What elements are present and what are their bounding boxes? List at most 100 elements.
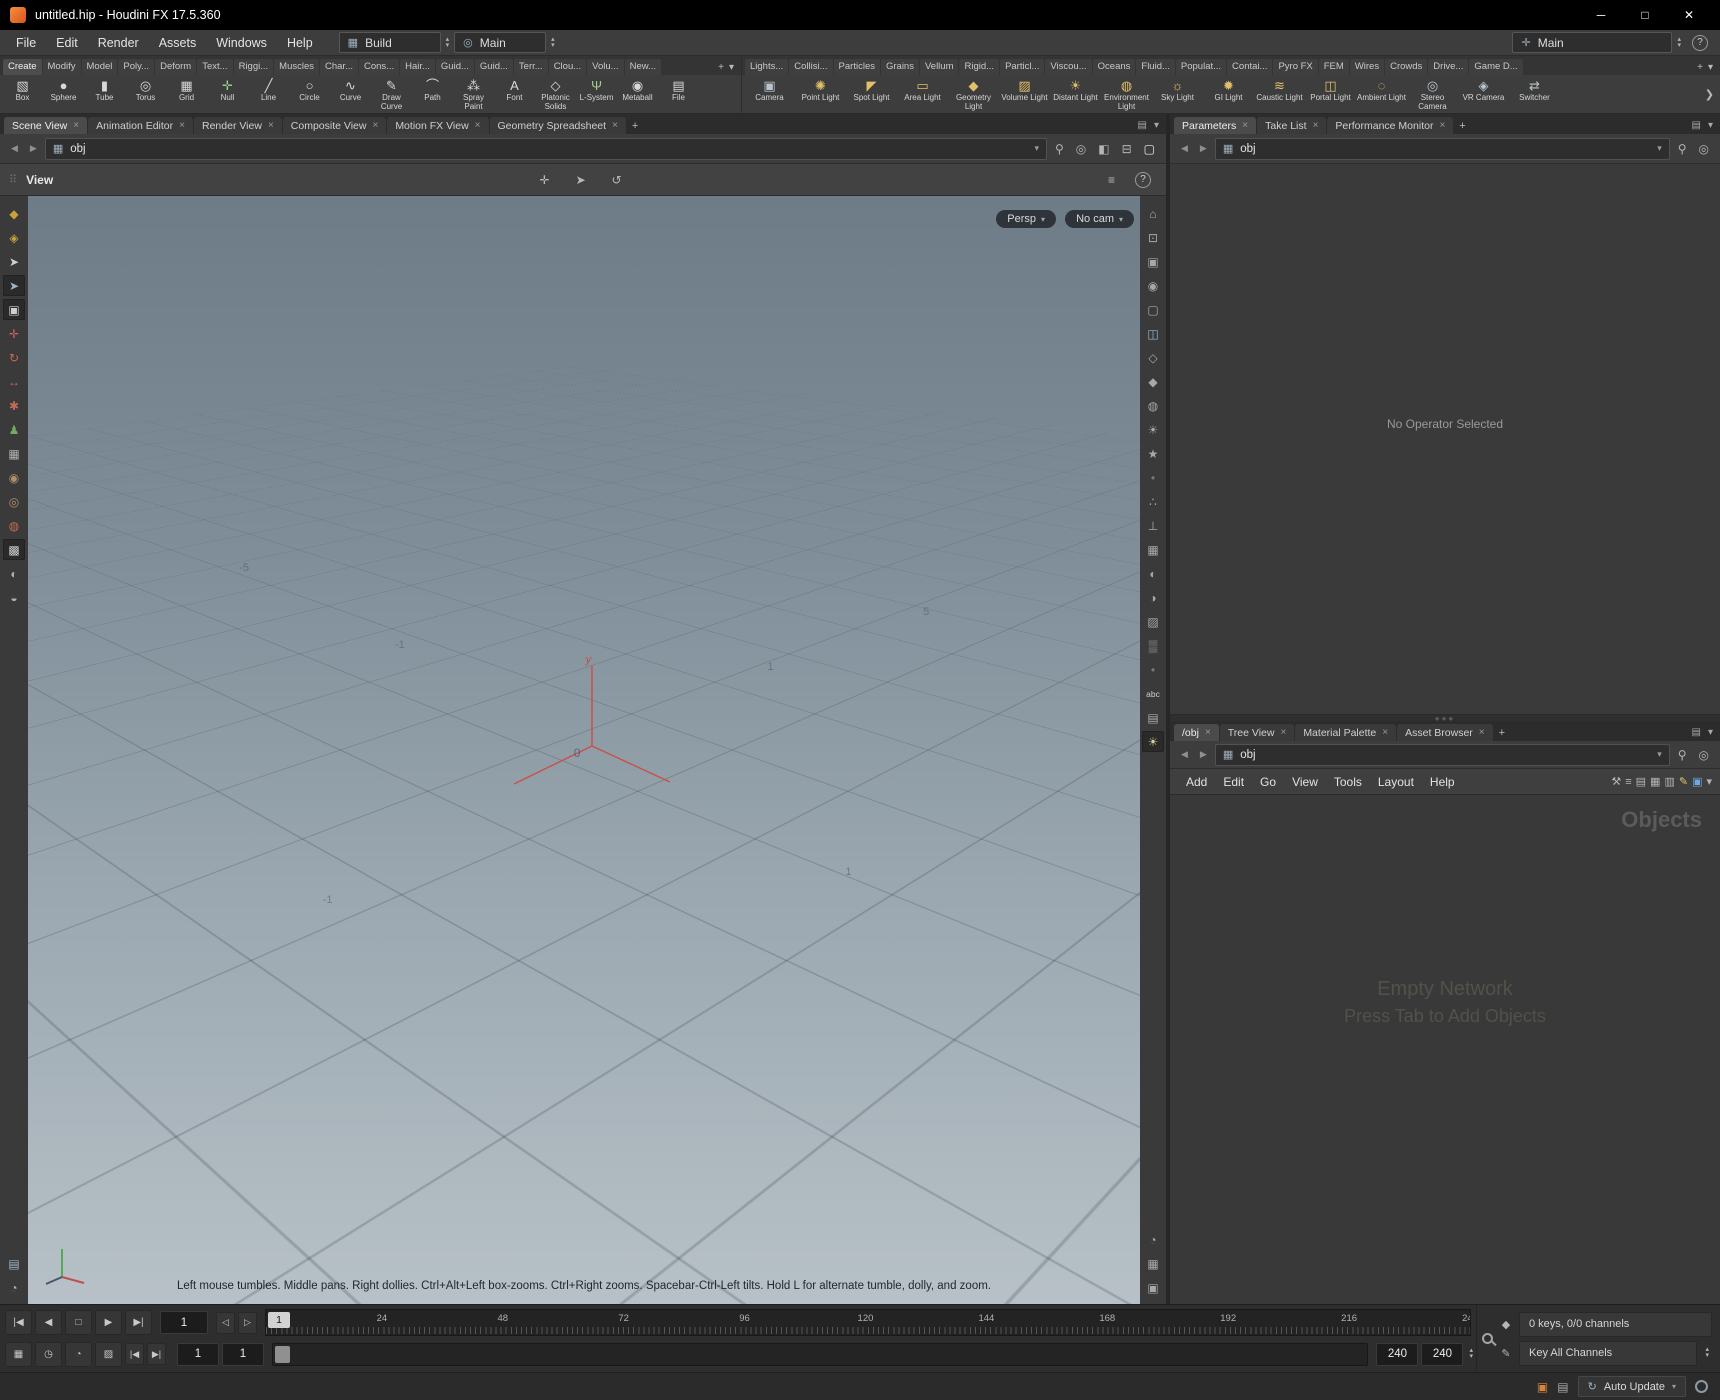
playback-range-slider[interactable] (272, 1342, 1369, 1366)
viewport-grid-icon[interactable]: ▦ (1142, 1253, 1164, 1274)
shelf-tool[interactable]: ⇄ Switcher (1509, 76, 1560, 112)
render-view-icon[interactable]: ◔ (3, 1277, 25, 1298)
desktop-spinner[interactable]: ▴ ▾ (443, 36, 453, 49)
close-tab-icon[interactable]: × (1479, 727, 1485, 738)
shelf-tab[interactable]: Guid... (474, 59, 513, 75)
display-options-menu-icon[interactable]: ≡ (1108, 173, 1115, 187)
material-mode-icon[interactable]: ◍ (1142, 395, 1164, 416)
anim-options-icon[interactable]: ▦ (5, 1341, 32, 1367)
next-key-button[interactable]: ▶| (147, 1343, 166, 1366)
prev-frame-button[interactable]: ◁ (216, 1311, 235, 1334)
playhead-marker[interactable]: 1 (268, 1312, 290, 1329)
group-select-icon[interactable]: ▤ (1142, 707, 1164, 728)
net-palette-icon[interactable]: ▣ (1692, 775, 1702, 788)
viewport-canvas[interactable]: -5 5 -1 1 -1 1 y 0 Persp ▾ No cam ▾ Left… (28, 196, 1140, 1304)
pane-tab[interactable]: Performance Monitor × (1327, 117, 1454, 134)
projection-select[interactable]: Persp ▾ (996, 210, 1056, 228)
forward-icon[interactable]: ▶ (26, 141, 41, 156)
close-tab-icon[interactable]: × (1205, 727, 1211, 738)
radial-menu-icon[interactable]: ◎ (1695, 142, 1713, 156)
audio-panel-icon[interactable]: ◷ (35, 1341, 62, 1367)
shelf-tab[interactable]: FEM (1318, 59, 1349, 75)
forward-icon[interactable]: ▶ (1196, 747, 1211, 762)
pane-tab[interactable]: Tree View × (1219, 724, 1295, 741)
shelf-tab[interactable]: Crowds (1385, 59, 1428, 75)
orient-tool-icon[interactable]: ◎ (3, 491, 25, 512)
shelf-tool[interactable]: ☼ Sky Light (1152, 76, 1203, 112)
secure-selection-icon[interactable]: ▣ (3, 299, 25, 320)
radial-menu-select[interactable]: ◎ Main (454, 32, 547, 53)
shelf-tool[interactable]: ✺ Point Light (795, 76, 846, 112)
close-tab-icon[interactable]: × (1313, 120, 1319, 131)
shelf-tab[interactable]: Vellum (919, 59, 959, 75)
play-reverse-button[interactable]: ◀ (35, 1310, 62, 1336)
shelf-tool[interactable]: ✛ Null (207, 76, 248, 112)
drag-grip-icon[interactable]: ⠿ (9, 173, 17, 186)
shelf-tab[interactable]: Pyro FX (1273, 59, 1318, 75)
translate-handle-icon[interactable]: ✛ (540, 173, 550, 187)
pane-tab[interactable]: Motion FX View × (387, 117, 489, 134)
shaded-mode-icon[interactable]: ◆ (1142, 371, 1164, 392)
shelf-tool[interactable]: Ψ L-System (576, 76, 617, 112)
menu-item[interactable]: Render (88, 33, 149, 53)
cache-icon[interactable]: ▨ (95, 1341, 122, 1367)
new-pane-tab-icon[interactable]: + (1493, 727, 1511, 741)
background-image-icon[interactable]: ▒ (1142, 635, 1164, 656)
show-grid-icon[interactable]: ▦ (1142, 539, 1164, 560)
show-points-icon[interactable]: ∴ (1142, 491, 1164, 512)
shelf-tool[interactable]: ✹ GI Light (1203, 76, 1254, 112)
close-tab-icon[interactable]: × (1439, 120, 1445, 131)
close-tab-icon[interactable]: × (1382, 727, 1388, 738)
close-tab-icon[interactable]: × (1242, 120, 1248, 131)
pin-icon[interactable]: ⚲ (1674, 748, 1691, 762)
shelf-tool[interactable]: ◫ Portal Light (1305, 76, 1356, 112)
menu-item[interactable]: Edit (46, 33, 88, 53)
shelf-tool[interactable]: ○ Circle (289, 76, 330, 112)
stop-button[interactable]: □ (65, 1310, 92, 1336)
object-names-icon[interactable]: abc (1142, 683, 1164, 704)
select-arrow-icon[interactable]: ➤ (3, 251, 25, 272)
pane-tab[interactable]: Render View × (194, 117, 282, 134)
shelf-tab[interactable]: New... (624, 59, 661, 75)
pin-icon[interactable]: ⚲ (1674, 142, 1691, 156)
divider-dot-icon[interactable]: • (1142, 659, 1164, 680)
pose-tool-icon[interactable]: ✱ (3, 395, 25, 416)
network-menu-item[interactable]: Go (1252, 773, 1284, 791)
shelf-tool[interactable]: ▭ Area Light (897, 76, 948, 112)
forward-icon[interactable]: ▶ (1196, 141, 1211, 156)
back-icon[interactable]: ◀ (1177, 141, 1192, 156)
go-start-button[interactable]: |◀ (5, 1310, 32, 1336)
pane-split-icon[interactable]: ▤ (1692, 120, 1701, 131)
shelf-tool[interactable]: ◇ Platonic Solids (535, 76, 576, 112)
scale-tool-icon[interactable]: ↔ (3, 371, 25, 392)
next-frame-button[interactable]: ▷ (238, 1311, 257, 1334)
shelf-tool[interactable]: ◆ Geometry Light (948, 76, 999, 112)
playback-start-field[interactable]: 1 (222, 1342, 264, 1366)
shelf-tool[interactable]: ◈ VR Camera (1458, 76, 1509, 112)
close-tab-icon[interactable]: × (268, 120, 274, 131)
move-tool-icon[interactable]: ✛ (3, 323, 25, 344)
cook-indicator-icon[interactable] (1695, 1380, 1708, 1393)
shelf-tab[interactable]: Clou... (548, 59, 587, 75)
shelf-tab[interactable]: Fluid... (1136, 59, 1175, 75)
shelf-tool[interactable]: ◌ Ambient Light (1356, 76, 1407, 112)
shelf-tool[interactable]: ▮ Tube (84, 76, 125, 112)
close-tab-icon[interactable]: × (475, 120, 481, 131)
close-tab-icon[interactable]: × (73, 120, 79, 131)
shelf-tool[interactable]: ▨ Volume Light (999, 76, 1050, 112)
select-objects-icon[interactable]: ➤ (3, 275, 25, 296)
shelf-tab-menu-icon[interactable]: ▾ (1708, 62, 1713, 73)
wireframe-mode-icon[interactable]: ◇ (1142, 347, 1164, 368)
shelf-tool[interactable]: ▤ File (658, 76, 699, 112)
lighting-mode-icon[interactable]: ☀ (1142, 419, 1164, 440)
shadows-icon[interactable]: ◐ (1142, 563, 1164, 584)
network-menu-item[interactable]: Edit (1215, 773, 1252, 791)
pane-tab[interactable]: Take List × (1257, 117, 1327, 134)
pane-tab[interactable]: Parameters × (1174, 117, 1257, 134)
flipbook-icon[interactable]: ▤ (3, 1253, 25, 1274)
minimize-button[interactable]: ─ (1580, 2, 1622, 28)
handles-tool-icon[interactable]: ◈ (3, 227, 25, 248)
play-button[interactable]: ▶ (95, 1310, 122, 1336)
shelf-tab[interactable]: Muscles (274, 59, 319, 75)
headlight-icon[interactable]: ☀ (1142, 731, 1164, 752)
